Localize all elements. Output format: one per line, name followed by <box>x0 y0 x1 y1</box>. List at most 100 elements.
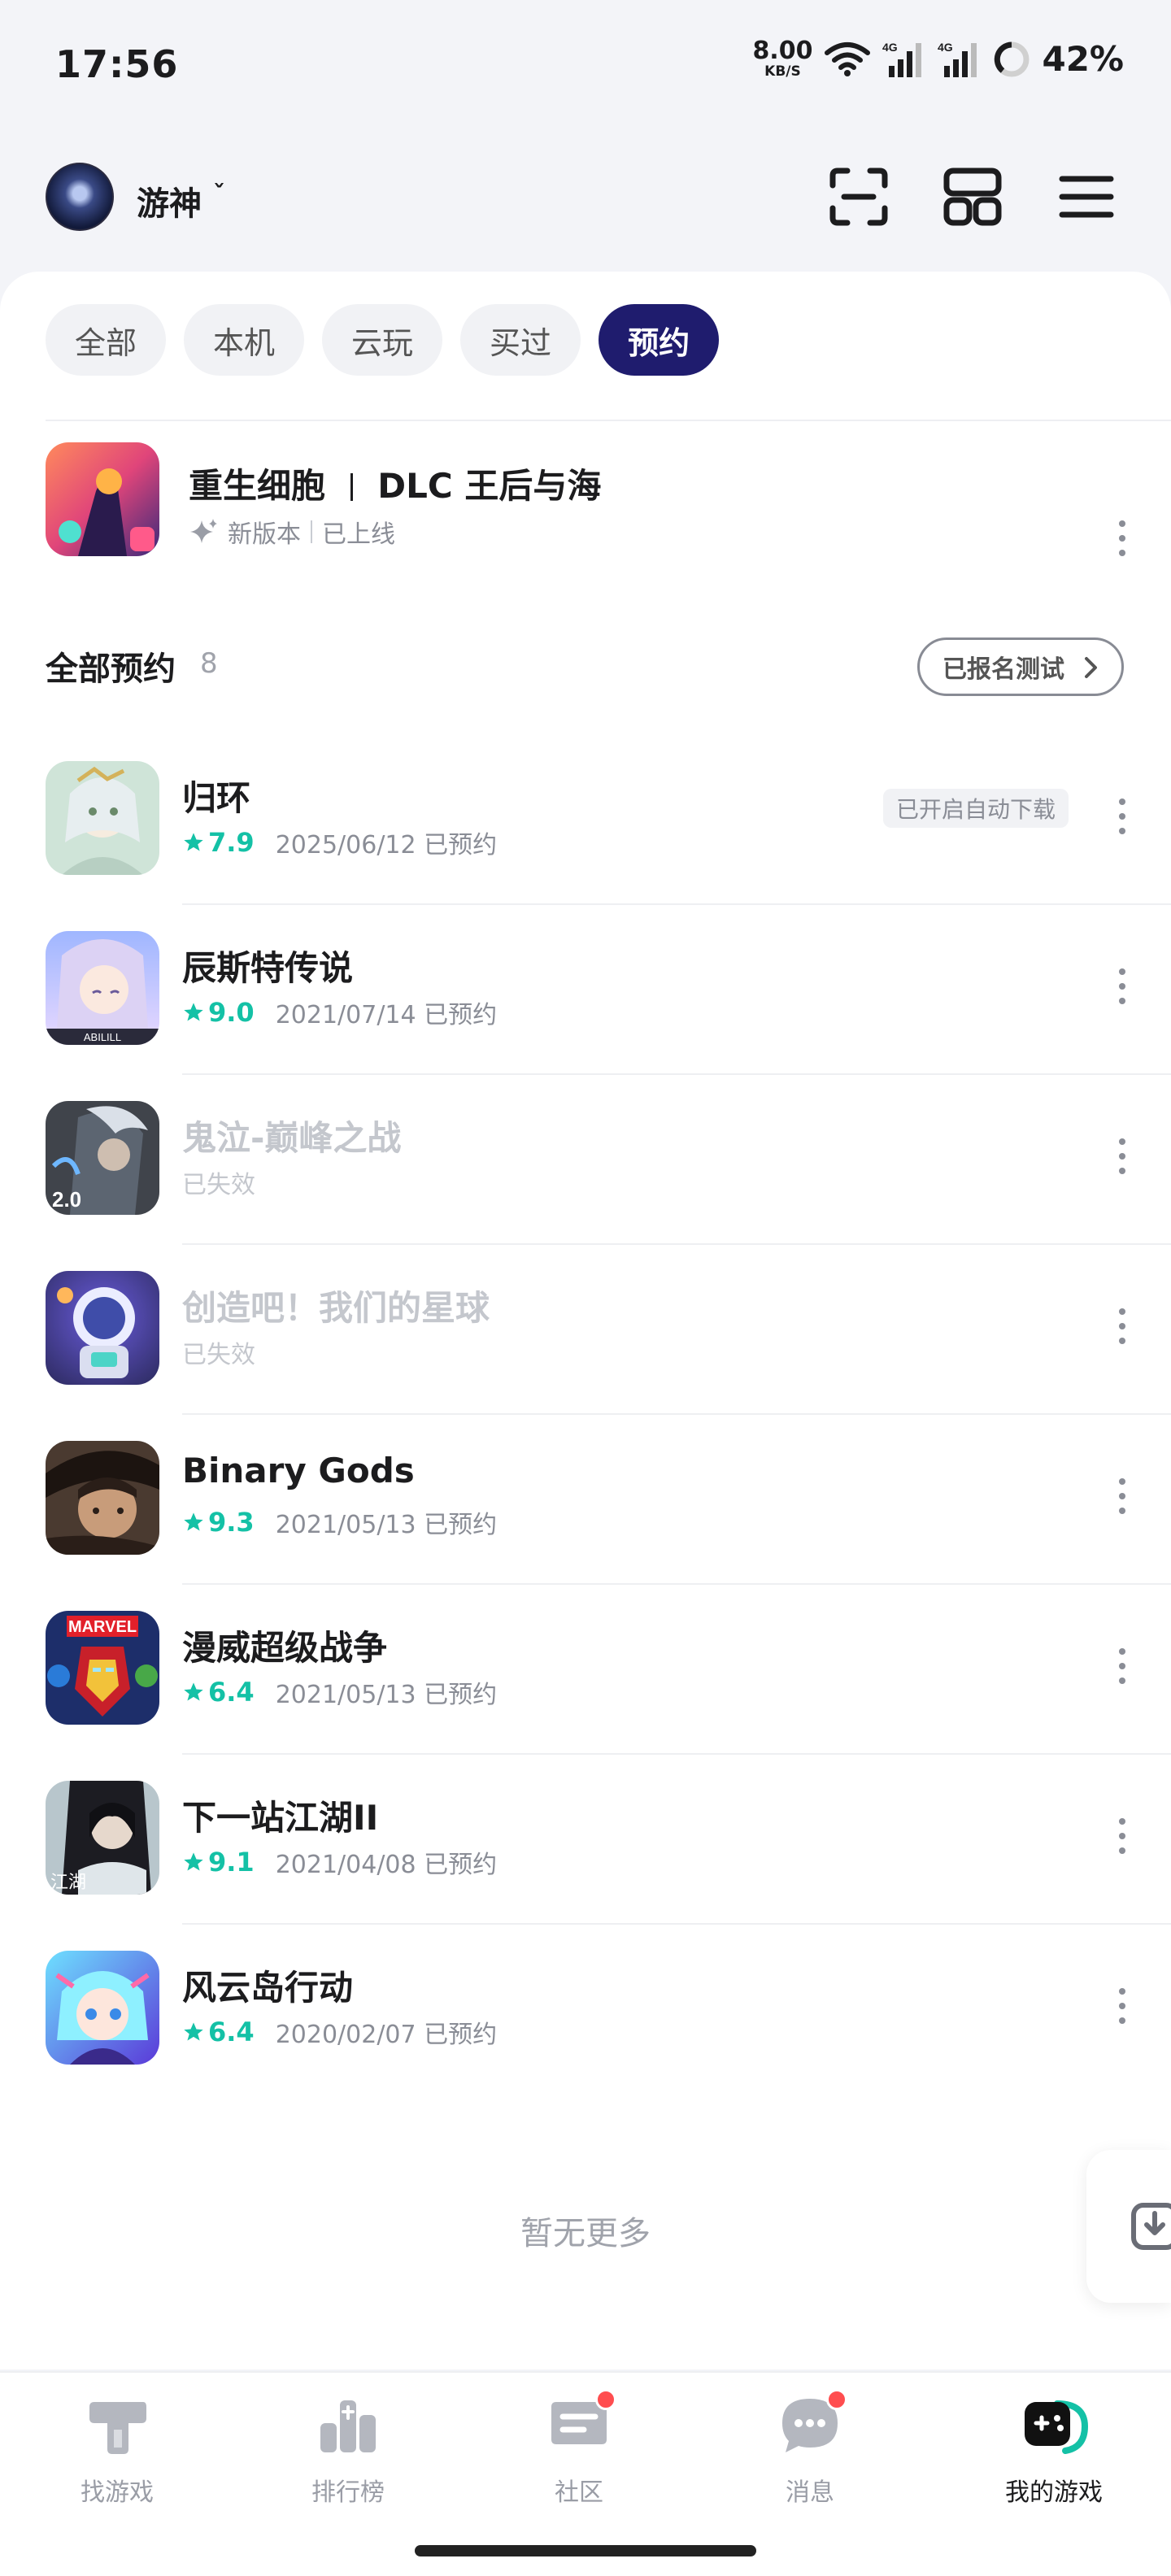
message-icon <box>776 2389 847 2459</box>
signal-4g-icon: 4G <box>882 41 922 77</box>
game-title: 归环 <box>182 778 251 818</box>
game-score: 9.3 <box>182 1507 255 1538</box>
tab-cloud[interactable]: 云玩 <box>322 304 443 376</box>
svg-text:4G: 4G <box>882 41 898 54</box>
net-speed-unit: KB/S <box>764 63 801 80</box>
game-icon-guihuan <box>46 761 159 875</box>
reservation-date: 2025/06/12 已预约 <box>275 831 498 859</box>
tab-reserved[interactable]: 预约 <box>599 304 720 376</box>
game-title: Binary Gods <box>182 1451 415 1490</box>
community-icon <box>545 2389 616 2459</box>
featured-title-suffix: DLC 王后与海 <box>377 466 602 506</box>
game-meta: 已失效 <box>182 1164 255 1200</box>
reservation-date: 2020/02/07 已预约 <box>275 2021 498 2049</box>
sparkle-icon <box>190 519 217 543</box>
net-speed: 8.00 KB/S <box>752 39 812 79</box>
more-options-icon[interactable] <box>1117 1988 1127 2024</box>
list-item[interactable]: 创造吧！我们的星球 已失效 <box>0 1245 1171 1415</box>
section-title: 全部预约 <box>46 651 176 688</box>
top-header: 游神 ˇ <box>0 159 1171 241</box>
more-options-icon[interactable] <box>1117 1648 1127 1684</box>
more-options-icon[interactable] <box>1117 520 1127 556</box>
notification-badge <box>595 2389 616 2410</box>
game-score-value: 7.9 <box>208 827 255 858</box>
section-count: 8 <box>200 647 218 680</box>
game-title: 下一站江湖II <box>182 1798 379 1838</box>
star-icon <box>184 1682 203 1701</box>
game-icon-chensite: ABILILL <box>46 931 159 1045</box>
title-separator <box>350 473 353 501</box>
nav-label: 找游戏 <box>81 2478 154 2507</box>
nav-label: 排行榜 <box>311 2478 385 2507</box>
nav-label: 我的游戏 <box>1005 2478 1103 2507</box>
nav-message[interactable]: 消息 <box>729 2389 891 2508</box>
reservation-date: 2021/05/13 已预约 <box>275 1681 498 1709</box>
list-item[interactable]: 2.0 鬼泣-巅峰之战 已失效 <box>0 1075 1171 1245</box>
status-time: 17:56 <box>55 42 179 86</box>
featured-status: 已上线 <box>322 520 395 549</box>
download-icon <box>1131 2203 1171 2250</box>
more-options-icon[interactable] <box>1117 1308 1127 1344</box>
my-games-icon <box>1020 2391 1089 2459</box>
list-item[interactable]: ABILILL 辰斯特传说 9.0 2021/07/14 已预约 <box>0 905 1171 1075</box>
avatar[interactable] <box>46 163 114 231</box>
find-game-icon <box>83 2391 151 2459</box>
game-score: 6.4 <box>182 1677 255 1708</box>
game-meta: 9.1 2021/04/08 已预约 <box>182 1844 497 1880</box>
game-icon-binary-gods <box>46 1441 159 1555</box>
more-options-icon[interactable] <box>1117 1478 1127 1514</box>
reservation-status: 已失效 <box>182 1171 255 1199</box>
nav-community[interactable]: 社区 <box>498 2389 660 2508</box>
wifi-icon <box>825 41 871 76</box>
game-icon-dead-cells <box>46 442 159 556</box>
more-options-icon[interactable] <box>1117 968 1127 1004</box>
nav-find-game[interactable]: 找游戏 <box>36 2391 198 2508</box>
status-bar: 17:56 8.00 KB/S 4G 4G 42% <box>0 0 1171 130</box>
floating-download-button[interactable] <box>1086 2150 1171 2303</box>
divider <box>46 420 1171 421</box>
star-icon <box>184 1512 203 1531</box>
game-score-value: 6.4 <box>208 2017 255 2047</box>
registered-test-button[interactable]: 已报名测试 <box>917 637 1124 696</box>
game-meta: 6.4 2021/05/13 已预约 <box>182 1674 497 1710</box>
battery-level: 42% <box>1042 39 1124 79</box>
nav-ranking[interactable]: 排行榜 <box>267 2391 429 2508</box>
star-icon <box>184 1852 203 1871</box>
list-item[interactable]: 归环 7.9 2025/06/12 已预约 已开启自动下载 <box>0 735 1171 905</box>
ranking-icon <box>314 2391 382 2459</box>
game-score-value: 9.1 <box>208 1847 255 1878</box>
scan-icon[interactable] <box>826 164 891 229</box>
game-meta: 已失效 <box>182 1334 255 1370</box>
game-title: 创造吧！我们的星球 <box>182 1288 490 1328</box>
tab-all[interactable]: 全部 <box>46 304 167 376</box>
list-item[interactable]: Binary Gods 9.3 2021/05/13 已预约 <box>0 1415 1171 1585</box>
tab-local[interactable]: 本机 <box>184 304 305 376</box>
svg-text:ABILILL: ABILILL <box>84 1031 121 1043</box>
tab-purchased[interactable]: 买过 <box>460 304 581 376</box>
reservation-list: 归环 7.9 2025/06/12 已预约 已开启自动下载 ABILILL 辰斯… <box>0 735 1171 2095</box>
more-options-icon[interactable] <box>1117 1138 1127 1174</box>
svg-text:4G: 4G <box>938 41 953 54</box>
game-meta: 6.4 2020/02/07 已预约 <box>182 2014 497 2050</box>
username[interactable]: 游神 <box>137 177 202 224</box>
featured-game[interactable]: 重生细胞 DLC 王后与海 新版本 已上线 <box>0 442 1171 564</box>
account-switch-chevron-icon[interactable]: ˇ <box>213 181 225 209</box>
game-score-value: 6.4 <box>208 1677 255 1708</box>
list-item[interactable]: 江湖 下一站江湖II 9.1 2021/04/08 已预约 <box>0 1755 1171 1925</box>
list-item[interactable]: 风云岛行动 6.4 2020/02/07 已预约 <box>0 1925 1171 2095</box>
list-item[interactable]: MARVEL 漫威超级战争 6.4 2021/05/13 已预约 <box>0 1585 1171 1755</box>
nav-my-games[interactable]: 我的游戏 <box>973 2391 1135 2508</box>
more-options-icon[interactable] <box>1117 1818 1127 1854</box>
more-options-icon[interactable] <box>1117 798 1127 834</box>
no-more-text: 暂无更多 <box>520 2215 651 2252</box>
game-score: 9.1 <box>182 1847 255 1878</box>
apps-grid-icon[interactable] <box>940 164 1005 229</box>
game-score-value: 9.3 <box>208 1507 255 1538</box>
game-meta: 9.0 2021/07/14 已预约 <box>182 994 497 1030</box>
meta-separator <box>311 520 312 543</box>
home-indicator[interactable] <box>415 2545 756 2556</box>
game-score-value: 9.0 <box>208 997 255 1028</box>
menu-icon[interactable] <box>1054 164 1119 229</box>
svg-text:2.0: 2.0 <box>52 1187 81 1212</box>
main-sheet: 全部 本机 云玩 买过 预约 重生细胞 DLC 王后与海 新版本 已上线 全部预… <box>0 272 1171 2369</box>
